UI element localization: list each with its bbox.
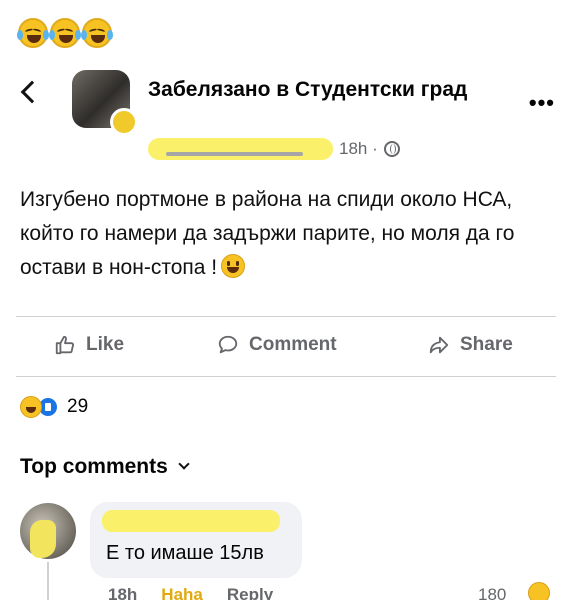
post-header: Забелязано в Студентски град ••• 18h · <box>0 70 571 160</box>
haha-reaction-icon <box>20 396 42 418</box>
post-actions: Like Comment Share <box>0 322 571 372</box>
share-label: Share <box>460 334 513 355</box>
group-title[interactable]: Забелязано в Студентски град <box>148 76 478 103</box>
comment-button[interactable]: Comment <box>217 334 337 356</box>
group-avatar[interactable] <box>72 70 138 136</box>
comment-bubble: Е то имаше 15лв <box>90 502 302 578</box>
comment-text: Е то имаше 15лв <box>106 542 264 564</box>
comment-reply-button[interactable]: Reply <box>227 585 273 600</box>
laughing-crying-emoji-icon <box>81 18 113 48</box>
back-chevron-icon[interactable] <box>20 80 44 104</box>
post-time[interactable]: 18h · <box>339 139 378 159</box>
comment-time[interactable]: 18h <box>108 585 137 600</box>
post-body: Изгубено портмоне в района на спиди окол… <box>20 183 550 285</box>
divider <box>16 316 556 317</box>
comment-haha-button[interactable]: Haha <box>161 585 203 600</box>
reaction-count: 29 <box>67 396 89 417</box>
divider <box>16 376 556 377</box>
laughing-crying-emoji-icon <box>17 18 49 48</box>
redacted-commenter-name <box>102 510 280 532</box>
chevron-down-icon <box>178 458 190 470</box>
comment-label: Comment <box>249 334 337 355</box>
author-avatar[interactable] <box>110 108 138 136</box>
haha-reaction-icon <box>528 582 550 600</box>
top-comments-label: Top comments <box>20 455 168 478</box>
like-thumb-icon <box>55 335 75 355</box>
thread-line <box>47 562 49 600</box>
globe-icon <box>383 141 400 157</box>
smiling-emoji-icon <box>221 254 246 278</box>
like-label: Like <box>86 334 125 355</box>
laughing-crying-emoji-icon <box>49 18 81 48</box>
redacted-author-name <box>148 138 333 160</box>
post-meta: 18h · <box>148 138 400 160</box>
comment-bubble-icon <box>218 335 238 354</box>
comment-reaction-count[interactable]: 180 <box>478 585 506 600</box>
top-comments-filter[interactable]: Top comments <box>20 455 190 479</box>
share-arrow-icon <box>429 336 449 354</box>
reaction-summary[interactable]: 29 <box>20 396 88 418</box>
like-button[interactable]: Like <box>54 334 124 356</box>
post-text: Изгубено портмоне в района на спиди окол… <box>20 188 515 279</box>
comment-meta: 18h Haha Reply <box>108 585 297 600</box>
share-button[interactable]: Share <box>428 334 513 356</box>
laughing-emoji-strip <box>17 18 113 48</box>
more-options-icon[interactable]: ••• <box>529 90 555 116</box>
avatar-redaction <box>30 520 56 558</box>
